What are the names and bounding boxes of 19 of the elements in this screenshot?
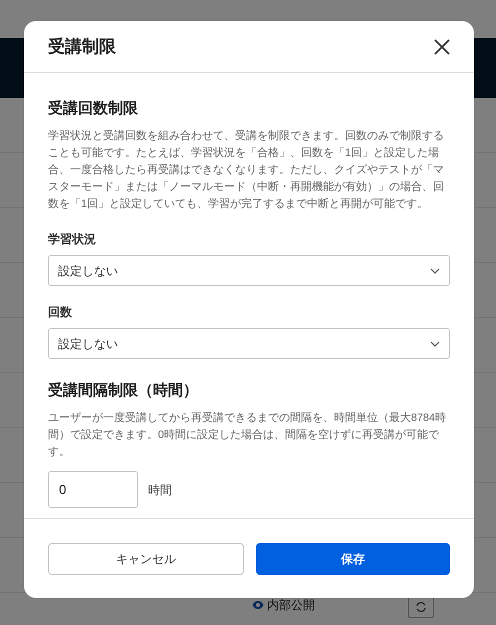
select-field[interactable]: 設定しない	[48, 255, 450, 286]
eye-icon	[252, 599, 264, 611]
chevron-down-icon	[430, 268, 440, 274]
section-description: 学習状況と受講回数を組み合わせて、受講を制限できます。回数のみで制限することも可能です。たとえば、学習状況を「合格」、回数を「1回」と設定した場合、一度合格したら再受講はできなくなります。ただし、クイズやテストが「マスターモード」または「ノーマルモード（中断・再開機能が有効）」の場合、回数を「1回」と設定していても、学習が完了するまで中断と再開が可能です。	[48, 128, 445, 212]
field-label: 回数	[48, 304, 73, 320]
unit-label: 時間	[148, 482, 172, 498]
status-label: 内部公開	[267, 597, 315, 614]
field-label: 学習状況	[48, 231, 97, 247]
swap-icon	[415, 601, 427, 613]
hours-input[interactable]: 0	[48, 471, 138, 508]
section-heading: 受講間隔制限（時間）	[48, 381, 199, 401]
select-field[interactable]: 設定しない	[48, 328, 450, 359]
section-heading: 受講回数制限	[48, 99, 139, 119]
cancel-button[interactable]: キャンセル	[48, 543, 244, 575]
section-description: ユーザーが一度受講してから再受講できるまでの間隔を、時間単位（最大8784時間）で設定できます。0時間に設定した場合は、間隔を空けずに再受講が可能です。	[48, 410, 448, 460]
chevron-down-icon	[430, 340, 440, 346]
close-button[interactable]	[432, 36, 452, 56]
save-button[interactable]: 保存	[256, 543, 450, 575]
dialog-title: 受講制限	[48, 36, 116, 58]
